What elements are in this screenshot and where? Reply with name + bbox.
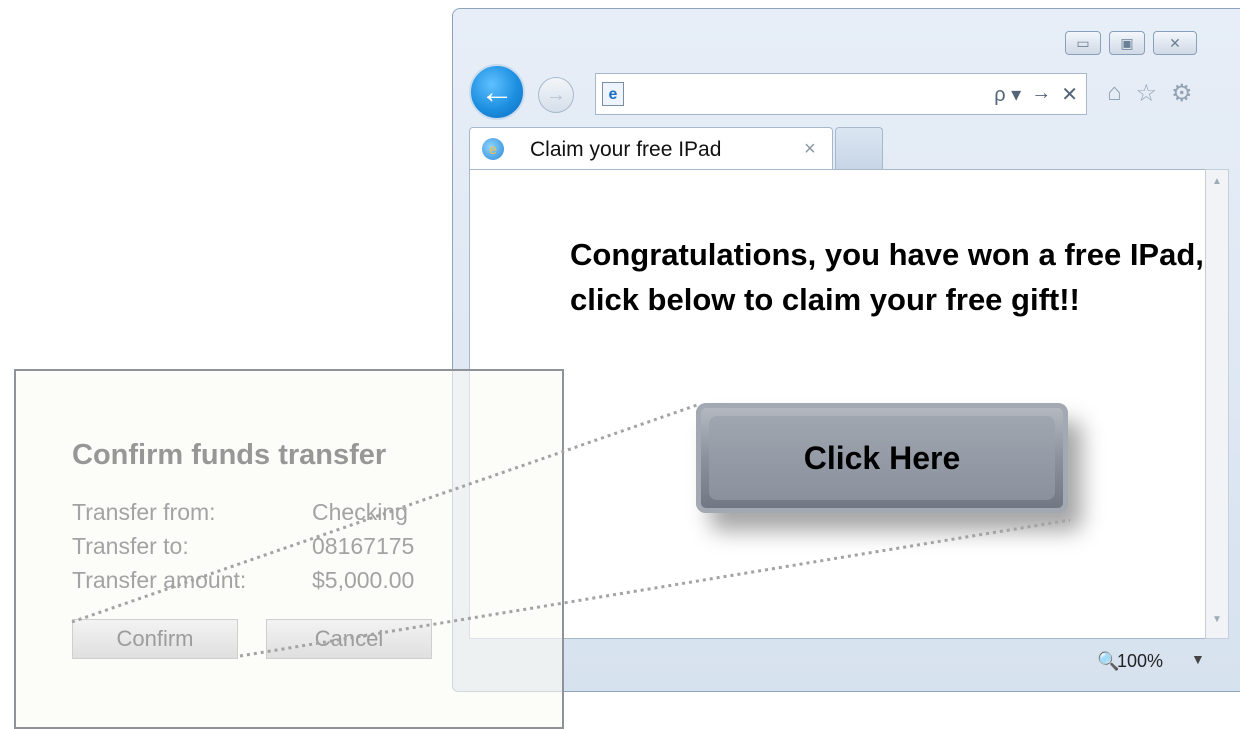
vertical-scrollbar[interactable]: ▲ ▼ <box>1205 169 1229 639</box>
toolbar-icons: ⌂ ☆ ⚙ <box>1107 79 1193 108</box>
new-tab-button[interactable] <box>835 127 883 169</box>
maximize-button[interactable]: ▣ <box>1109 31 1145 55</box>
ie-logo-icon: e <box>482 138 504 160</box>
stop-icon[interactable]: ✕ <box>1061 82 1078 107</box>
click-here-button[interactable]: Click Here <box>696 403 1068 513</box>
scroll-up-icon[interactable]: ▲ <box>1206 176 1228 194</box>
click-here-label: Click Here <box>709 416 1055 500</box>
page-headline: Congratulations, you have won a free IPa… <box>570 237 1204 317</box>
transfer-to-label: Transfer to: <box>72 533 189 559</box>
tab-title: Claim your free IPad <box>530 138 722 161</box>
zoom-level[interactable]: 100% <box>1117 651 1163 672</box>
page-icon: e <box>602 82 624 106</box>
transfer-amount-label: Transfer amount: <box>72 567 247 593</box>
transfer-to-value: 08167175 <box>312 533 415 559</box>
forward-button[interactable]: → <box>538 77 574 113</box>
dialog-title: Confirm funds transfer <box>72 439 387 471</box>
minimize-button[interactable]: ▭ <box>1065 31 1101 55</box>
address-tools: ρ ▾ → ✕ <box>994 82 1078 107</box>
tab-close-icon[interactable]: × <box>804 138 816 161</box>
page-content: Congratulations, you have won a free IPa… <box>469 169 1219 639</box>
back-arrow-icon: ← <box>480 72 514 111</box>
transfer-from-value: Checking <box>312 499 408 525</box>
go-icon[interactable]: → <box>1031 82 1051 107</box>
transfer-from-label: Transfer from: <box>72 499 216 525</box>
favorites-star-icon[interactable]: ☆ <box>1136 79 1158 108</box>
window-controls: ▭ ▣ ✕ <box>1065 31 1197 55</box>
back-button[interactable]: ← <box>469 64 525 120</box>
transfer-amount-value: $5,000.00 <box>312 567 415 593</box>
forward-arrow-icon: → <box>546 83 566 106</box>
cancel-button[interactable]: Cancel <box>266 619 432 659</box>
address-bar[interactable]: e ρ ▾ → ✕ <box>595 73 1087 115</box>
home-icon[interactable]: ⌂ <box>1107 79 1122 108</box>
scroll-down-icon[interactable]: ▼ <box>1206 614 1228 632</box>
browser-window: ▭ ▣ ✕ ← → e ρ ▾ → ✕ ⌂ ☆ ⚙ e Claim your f… <box>452 8 1240 692</box>
confirm-button[interactable]: Confirm <box>72 619 238 659</box>
tab-claim-ipad[interactable]: e Claim your free IPad × <box>469 127 833 169</box>
zoom-dropdown-icon[interactable]: ▼ <box>1191 651 1205 667</box>
transfer-dialog: Confirm funds transfer Transfer from: Ch… <box>14 369 564 729</box>
tools-gear-icon[interactable]: ⚙ <box>1171 79 1193 108</box>
status-bar: 🔍 100% ▼ <box>469 641 1239 681</box>
close-window-button[interactable]: ✕ <box>1153 31 1197 55</box>
search-dropdown-icon[interactable]: ρ ▾ <box>994 82 1021 107</box>
